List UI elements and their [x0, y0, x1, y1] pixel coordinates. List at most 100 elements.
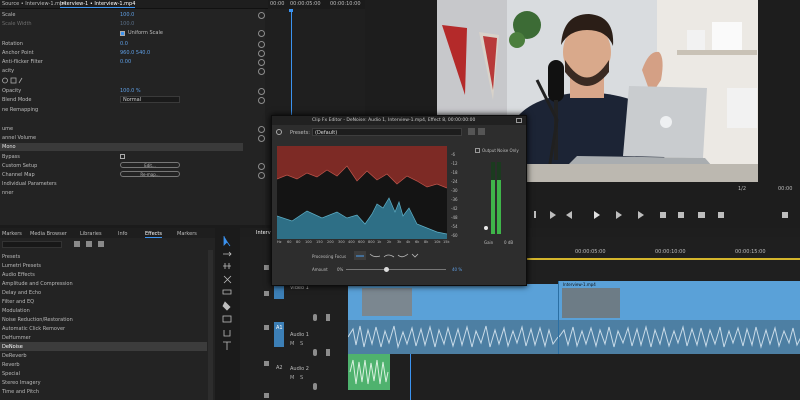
reset-icon[interactable] — [258, 97, 265, 104]
db-tick: -30 — [451, 188, 458, 193]
effects-tree-item[interactable]: Presets — [2, 254, 20, 260]
amount-slider-handle[interactable] — [383, 267, 389, 272]
effects-tree-item[interactable]: DeHummer — [2, 335, 31, 341]
reset-icon[interactable] — [258, 88, 265, 95]
close-icon[interactable] — [516, 118, 522, 123]
freq-tick: 4k — [406, 240, 411, 244]
reset-icon[interactable] — [258, 68, 265, 75]
tab-clip[interactable]: Interview-1 • Interview-1.mp4 — [60, 1, 136, 8]
export-frame-icon — [698, 212, 705, 218]
power-icon[interactable] — [276, 129, 282, 135]
effects-tree-item[interactable]: Stereo Imagery — [2, 380, 41, 386]
effects-tree-item[interactable]: Special — [2, 371, 20, 377]
video-clip-1[interactable] — [348, 284, 558, 320]
remap-button[interactable]: Re-map... — [120, 171, 180, 177]
freq-tick: 1k — [377, 240, 382, 244]
tab-info[interactable]: Info — [118, 231, 127, 237]
reset-icon[interactable] — [258, 163, 265, 170]
db-tick: -60 — [451, 233, 458, 238]
yuv-effects-icon[interactable] — [98, 241, 104, 247]
effects-tree-item[interactable]: Filter and EQ — [2, 299, 34, 305]
video-clip-2[interactable]: Interview-1.mp4 — [558, 281, 800, 320]
mask-tools[interactable] — [2, 77, 24, 84]
preset-select[interactable]: (Default) — [312, 128, 462, 136]
effects-tree-item[interactable]: Noise Reduction/Restoration — [2, 317, 73, 323]
tab-media-browser[interactable]: Media Browser — [30, 231, 67, 237]
freq-tick: 400 — [348, 240, 355, 244]
amount-slider-track[interactable] — [346, 267, 446, 272]
bypass-checkbox[interactable] — [120, 154, 125, 159]
reset-icon[interactable] — [258, 41, 265, 48]
save-preset-icon[interactable] — [468, 128, 475, 135]
tab-markers-left[interactable]: Markers — [2, 231, 22, 237]
effect-controls-tabbar: Source • Interview-1.mp4 Interview-1 • I… — [0, 0, 361, 9]
effects-tree-item[interactable]: Time and Pitch — [2, 389, 39, 395]
accelerated-effects-icon[interactable] — [74, 241, 80, 247]
val-anchor-point[interactable]: 960.0 540.0 — [120, 50, 150, 56]
lock-icon — [264, 325, 269, 330]
reset-icon[interactable] — [258, 126, 265, 133]
reset-icon[interactable] — [258, 30, 265, 37]
tab-source[interactable]: Source • Interview-1.mp4 — [2, 1, 66, 7]
val-anti-flicker[interactable]: 0.00 — [120, 59, 131, 65]
effects-scrollbar[interactable] — [208, 250, 213, 400]
effects-tree-item-denoise[interactable]: DeNoise — [2, 344, 23, 350]
processing-focus-buttons[interactable] — [354, 251, 424, 261]
edit-button[interactable]: Edit... — [120, 162, 180, 168]
effects-tree-item[interactable]: Audio Effects — [2, 272, 35, 278]
effects-tree-item[interactable]: DeReverb — [2, 353, 27, 359]
transport-controls[interactable] — [520, 208, 800, 222]
effects-tabbar: Markers Media Browser Libraries Info Eff… — [0, 228, 215, 238]
go-to-out-icon — [638, 211, 645, 219]
effects-tree-item[interactable]: Reverb — [2, 362, 20, 368]
val-opacity[interactable]: 100.0 % — [120, 88, 141, 94]
step-back-icon — [566, 211, 572, 219]
fx-editor-titlebar[interactable]: Clip Fx Editor - DeNoise: Audio 1, Inter… — [272, 116, 526, 125]
db-tick: -24 — [451, 179, 458, 184]
reset-icon[interactable] — [258, 12, 265, 19]
mark-out-icon — [534, 211, 536, 218]
denoise-effect-header[interactable] — [0, 143, 243, 151]
tab-effects[interactable]: Effects — [145, 231, 162, 238]
effects-tree-item[interactable]: Delay and Echo — [2, 290, 41, 296]
clip2-name: Interview-1.mp4 — [563, 282, 596, 287]
effects-tree-item[interactable]: Modulation — [2, 308, 30, 314]
extract-icon — [678, 212, 684, 218]
freq-tick: 100 — [305, 240, 312, 244]
effects-tree-item[interactable]: Automatic Click Remover — [2, 326, 65, 332]
amount-value[interactable]: 40 % — [452, 267, 462, 272]
val-scale[interactable]: 100.0 — [120, 12, 134, 18]
blend-mode-select[interactable]: Normal — [120, 96, 180, 103]
reset-icon[interactable] — [258, 50, 265, 57]
effects-search-input[interactable] — [2, 241, 62, 248]
tab-libraries[interactable]: Libraries — [80, 231, 102, 237]
clip-thumbnail — [562, 288, 620, 318]
audio-clip-1[interactable] — [347, 320, 559, 354]
gain-slider-handle[interactable] — [484, 226, 488, 230]
prop-rotation: Rotation — [2, 41, 23, 47]
effects-tree-item[interactable]: Lumetri Presets — [2, 263, 41, 269]
uniform-scale-checkbox[interactable] — [120, 31, 125, 36]
effects-tree-item[interactable]: Amplitude and Compression — [2, 281, 73, 287]
eye-icon — [326, 314, 330, 321]
audio-clip-2[interactable] — [558, 320, 800, 354]
play-icon — [594, 211, 600, 219]
tab-markers[interactable]: Markers — [177, 231, 197, 237]
ruler-label-1: 00:00:10:00 — [655, 249, 686, 255]
prop-channel-map: Channel Map — [2, 172, 35, 178]
delete-preset-icon[interactable] — [478, 128, 485, 135]
zoom-level[interactable]: 1/2 — [738, 186, 746, 192]
ec-timecode-1: 00:00:05:00 — [290, 1, 321, 7]
val-rotation[interactable]: 0.0 — [120, 41, 128, 47]
gain-meter-left — [491, 162, 495, 234]
prop-blend-mode: Blend Mode — [2, 97, 32, 103]
freq-tick: 3k — [397, 240, 402, 244]
reset-icon[interactable] — [258, 59, 265, 66]
reset-icon[interactable] — [258, 135, 265, 142]
audio-clip-a2[interactable] — [348, 354, 390, 390]
preset-select-value: (Default) — [315, 130, 338, 136]
32bit-effects-icon[interactable] — [86, 241, 92, 247]
output-noise-only-checkbox[interactable] — [475, 148, 480, 153]
reset-icon[interactable] — [258, 172, 265, 179]
val-scale-width[interactable]: 100.0 — [120, 21, 134, 27]
